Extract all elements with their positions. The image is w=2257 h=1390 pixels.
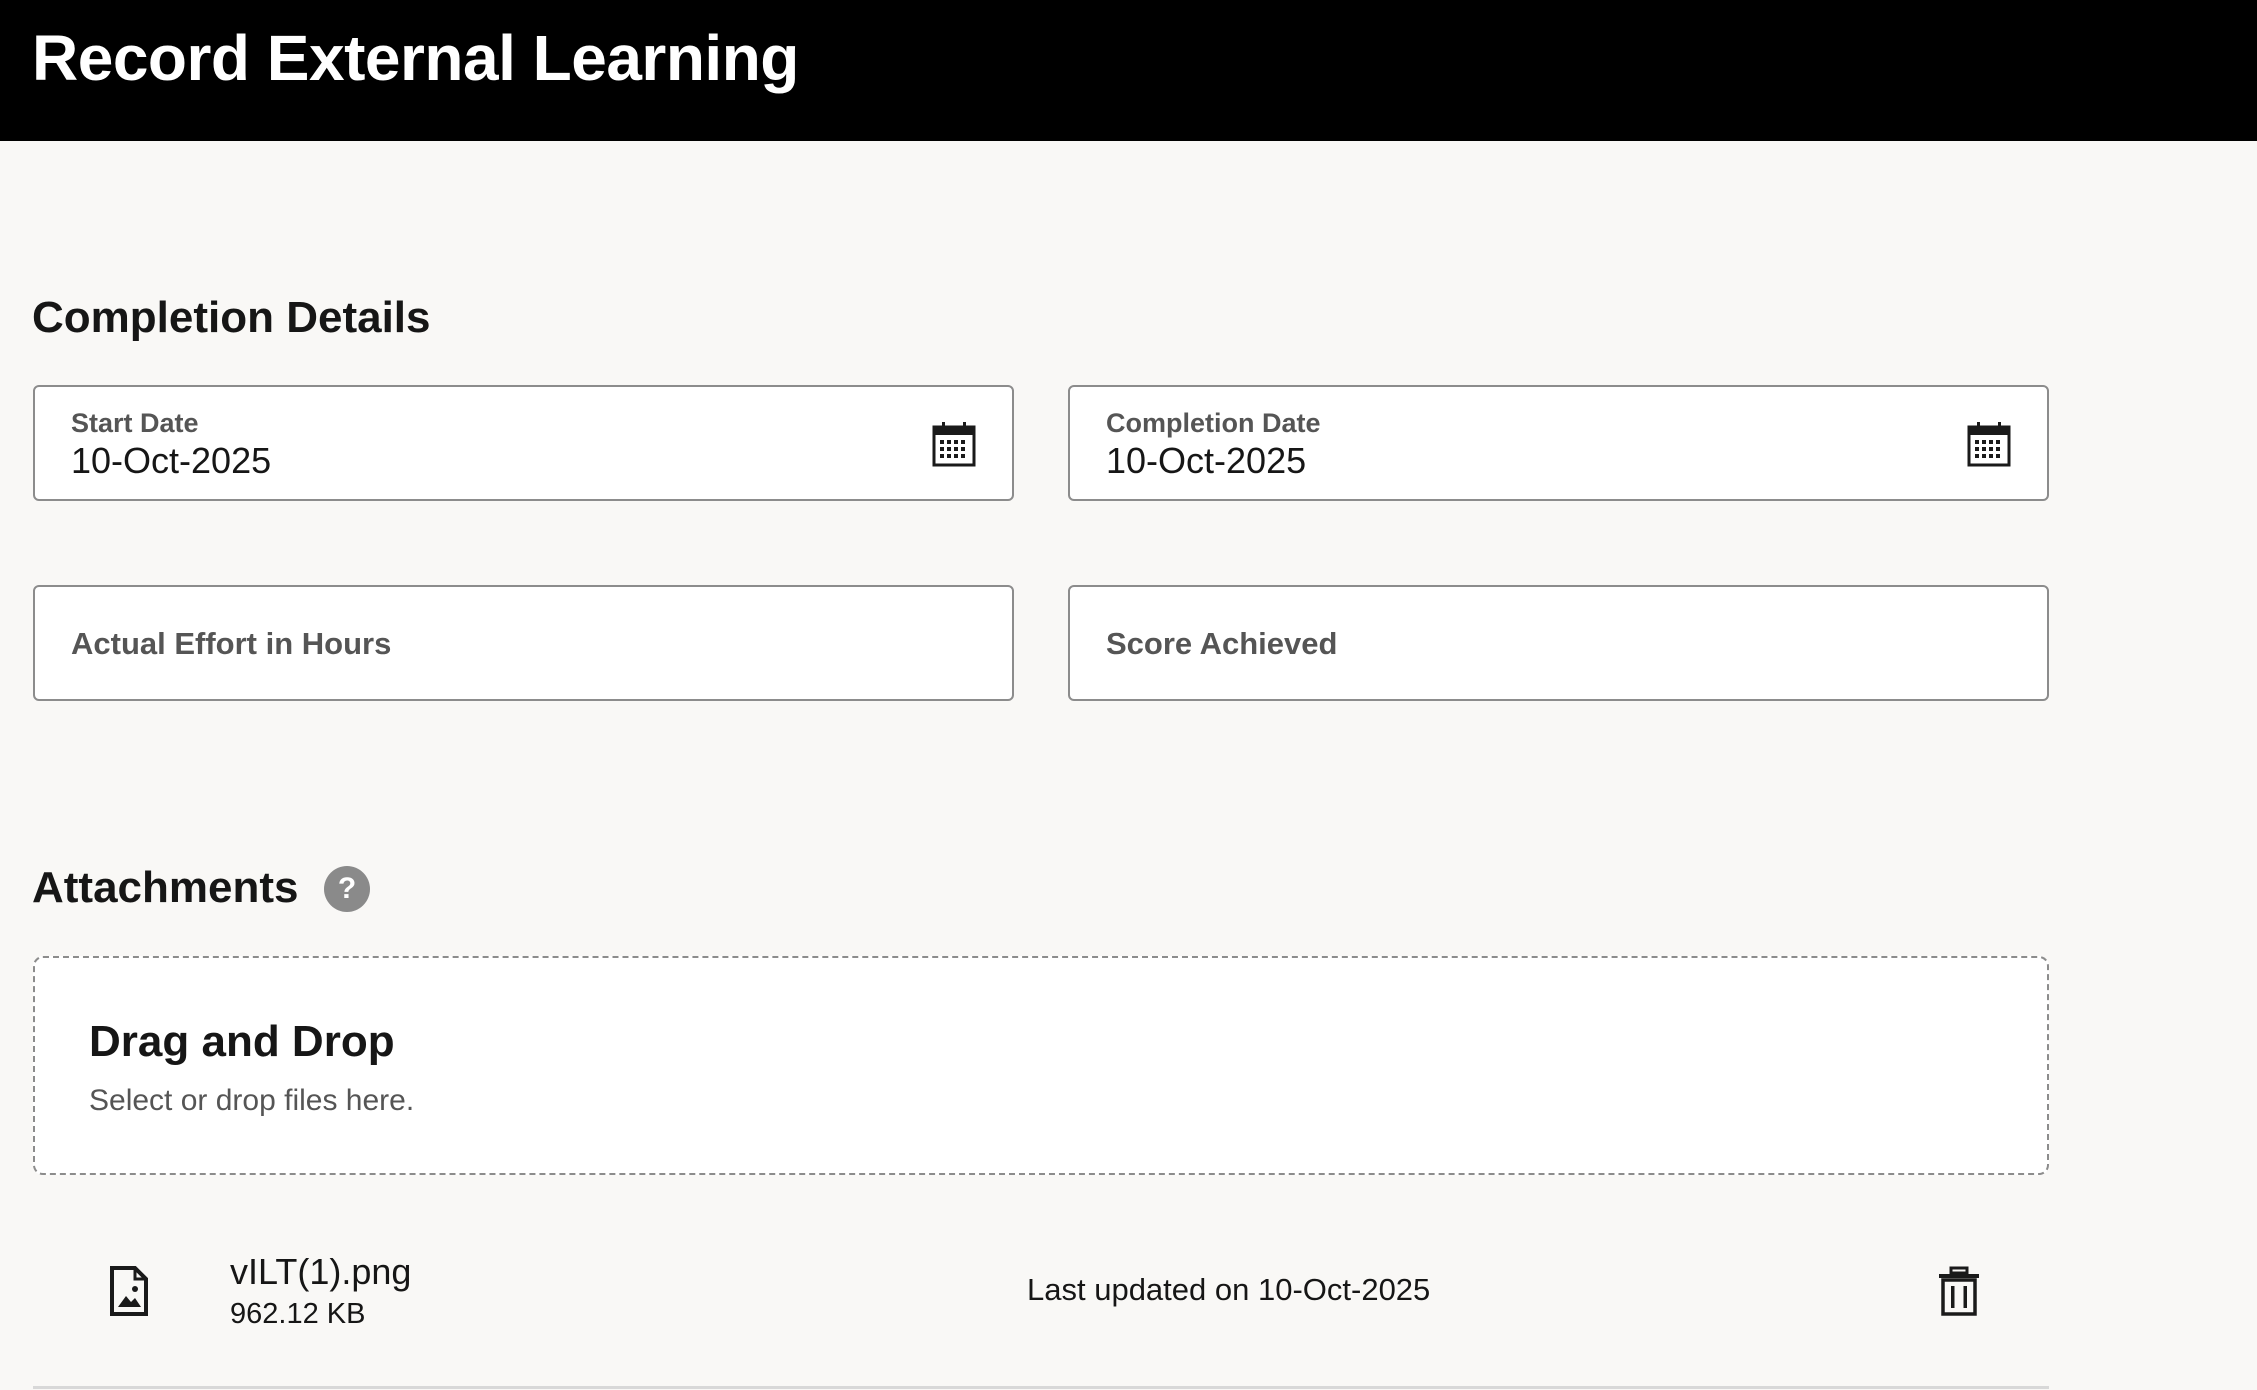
- start-date-field[interactable]: Start Date 10-Oct-2025: [33, 385, 1014, 501]
- dropzone-hint: Select or drop files here.: [89, 1084, 415, 1117]
- attachment-file-name: vILT(1).png: [230, 1251, 412, 1292]
- trash-icon[interactable]: [1937, 1266, 1981, 1316]
- actual-effort-field[interactable]: Actual Effort in Hours: [33, 585, 1014, 701]
- file-dropzone[interactable]: Drag and Drop Select or drop files here.: [33, 956, 2049, 1175]
- completion-date-label: Completion Date: [1106, 408, 1321, 438]
- completion-date-value[interactable]: 10-Oct-2025: [1106, 439, 1306, 483]
- completion-date-field[interactable]: Completion Date 10-Oct-2025: [1068, 385, 2049, 501]
- page: Record External Learning Completion Deta…: [0, 0, 2257, 1390]
- score-achieved-field[interactable]: Score Achieved: [1068, 585, 2049, 701]
- image-file-icon: [110, 1266, 148, 1316]
- actual-effort-placeholder: Actual Effort in Hours: [71, 626, 392, 661]
- attachment-file-size: 962.12 KB: [230, 1298, 366, 1330]
- start-date-value[interactable]: 10-Oct-2025: [71, 439, 271, 483]
- attachment-last-updated: Last updated on 10-Oct-2025: [1027, 1272, 1431, 1307]
- help-icon[interactable]: ?: [324, 866, 370, 912]
- attachment-divider: [33, 1386, 2049, 1389]
- page-title: Record External Learning: [32, 22, 799, 94]
- app-header: Record External Learning: [0, 0, 2257, 141]
- calendar-icon[interactable]: [1967, 421, 2011, 467]
- attachment-row: vILT(1).png 962.12 KB Last updated on 10…: [33, 1220, 2049, 1388]
- completion-details-heading: Completion Details: [32, 293, 431, 342]
- score-achieved-placeholder: Score Achieved: [1106, 626, 1338, 661]
- start-date-label: Start Date: [71, 408, 199, 438]
- dropzone-title: Drag and Drop: [89, 1017, 395, 1066]
- calendar-icon[interactable]: [932, 421, 976, 467]
- attachments-heading: Attachments: [32, 863, 299, 912]
